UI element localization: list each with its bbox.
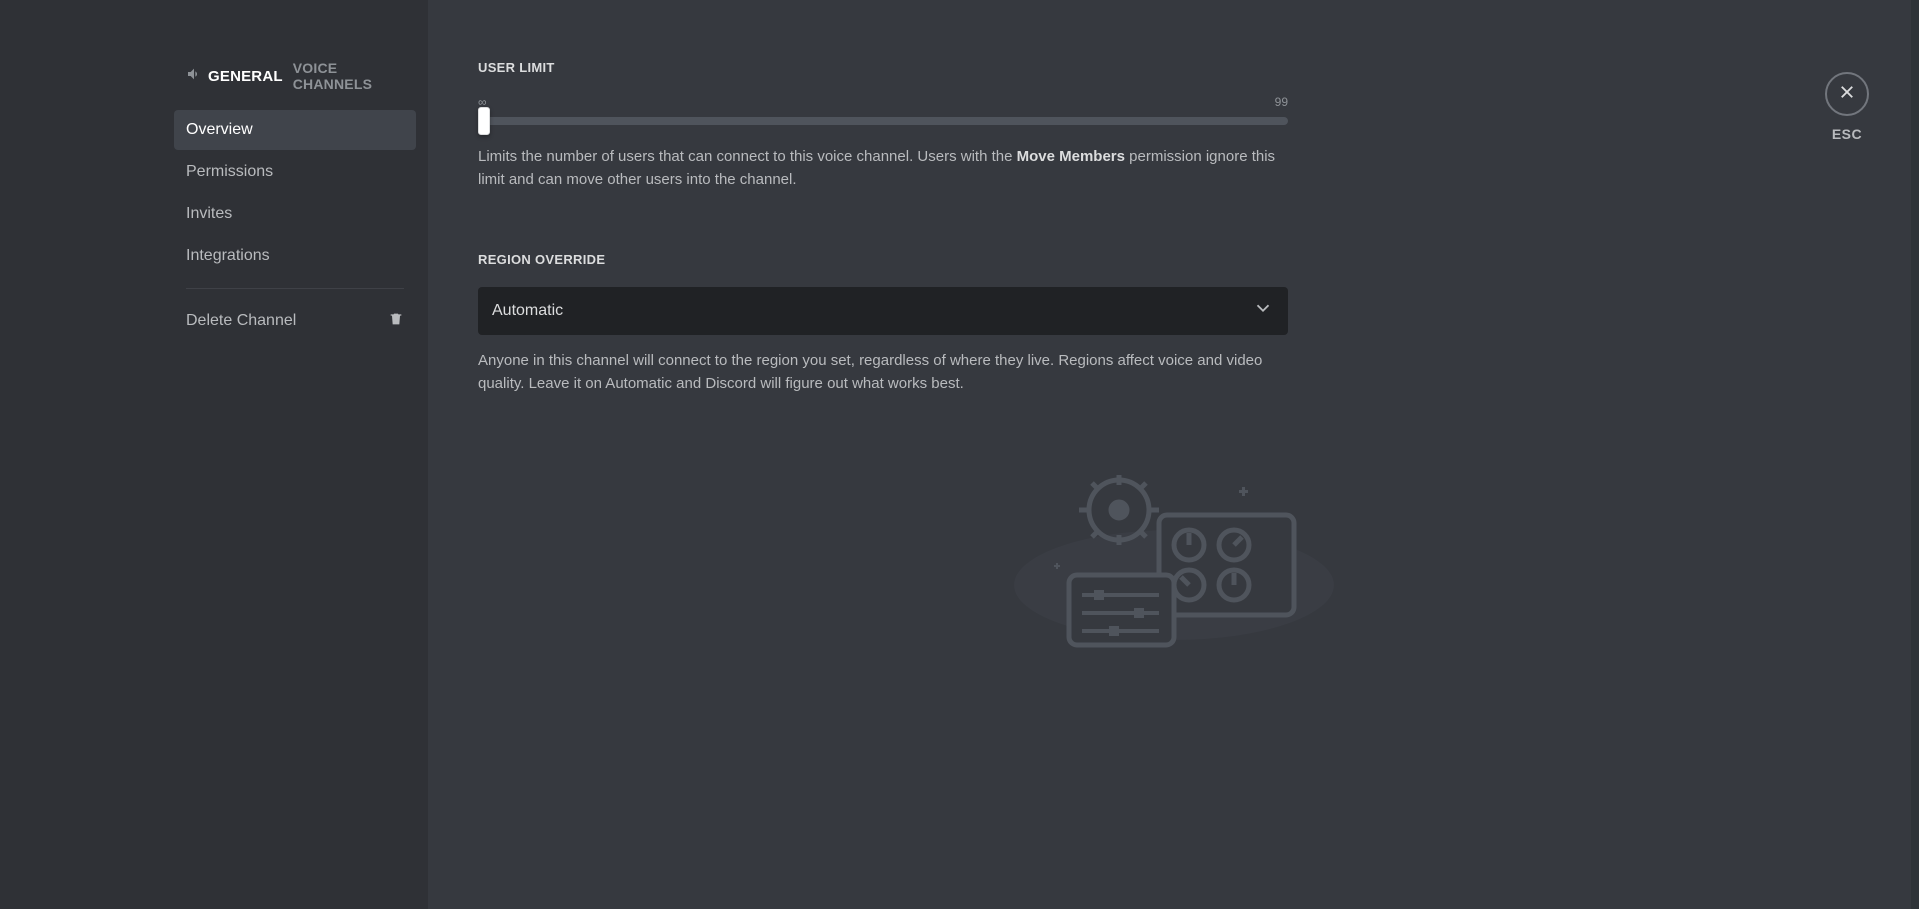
region-override-label: REGION OVERRIDE — [478, 252, 1869, 267]
sidebar-item-label: Permissions — [186, 163, 273, 181]
user-limit-slider[interactable]: ∞ 99 — [478, 95, 1288, 125]
sidebar-item-invites[interactable]: Invites — [174, 194, 416, 234]
slider-track[interactable] — [478, 117, 1288, 125]
help-text-pre: Limits the number of users that can conn… — [478, 148, 1017, 165]
sidebar-item-label: Delete Channel — [186, 312, 296, 330]
user-limit-label: USER LIMIT — [478, 60, 1869, 75]
close-container: ESC — [1825, 72, 1869, 142]
settings-illustration — [1004, 465, 1344, 665]
channel-subtitle: VOICE CHANNELS — [293, 60, 416, 92]
sidebar-item-permissions[interactable]: Permissions — [174, 152, 416, 192]
scrollbar[interactable] — [1911, 0, 1919, 909]
settings-sidebar: GENERAL VOICE CHANNELS Overview Permissi… — [0, 0, 428, 909]
channel-name: GENERAL — [208, 68, 283, 85]
slider-max-label: 99 — [1275, 95, 1288, 109]
settings-main: USER LIMIT ∞ 99 Limits the number of use… — [428, 0, 1919, 909]
slider-thumb[interactable] — [478, 107, 490, 135]
chevron-down-icon — [1252, 297, 1274, 324]
sidebar-item-integrations[interactable]: Integrations — [174, 236, 416, 276]
region-override-help: Anyone in this channel will connect to t… — [478, 349, 1288, 396]
sidebar-item-label: Overview — [186, 121, 253, 139]
close-button[interactable] — [1825, 72, 1869, 116]
sidebar-item-overview[interactable]: Overview — [174, 110, 416, 150]
region-override-dropdown[interactable]: Automatic — [478, 287, 1288, 335]
slider-labels: ∞ 99 — [478, 95, 1288, 109]
trash-icon — [388, 311, 404, 332]
help-text-strong: Move Members — [1017, 148, 1125, 165]
close-label: ESC — [1832, 126, 1862, 142]
sidebar-item-delete-channel[interactable]: Delete Channel — [174, 301, 416, 341]
close-icon — [1838, 83, 1856, 106]
speaker-icon — [186, 66, 202, 87]
sidebar-item-label: Integrations — [186, 247, 270, 265]
user-limit-help: Limits the number of users that can conn… — [478, 145, 1288, 192]
sidebar-separator — [186, 288, 404, 289]
sidebar-header: GENERAL VOICE CHANNELS — [174, 60, 416, 92]
sidebar-item-label: Invites — [186, 205, 232, 223]
dropdown-selected: Automatic — [492, 302, 563, 320]
